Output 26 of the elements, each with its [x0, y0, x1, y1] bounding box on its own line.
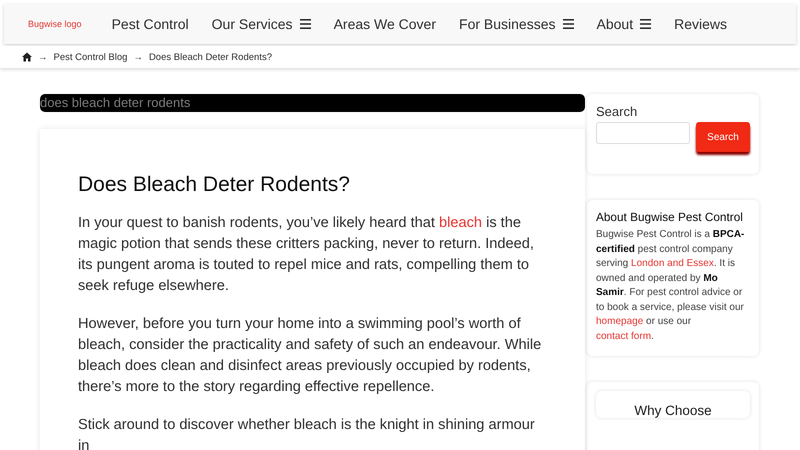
nav-link[interactable]: About [596, 16, 652, 32]
text-link[interactable]: London and Essex [631, 258, 714, 269]
home-icon[interactable] [22, 52, 32, 62]
about-text: Bugwise Pest Control is a BPCA-certified pest control company serving London and Essex. It is owned and operated by Mo Samir. For pest control advice or to book a service, please visit our homepage or use our contact form. [596, 228, 746, 344]
logo[interactable]: Bugwise logo [28, 19, 82, 29]
search-field[interactable] [596, 122, 690, 144]
nav-link[interactable]: Our Services [212, 16, 311, 32]
nav-link[interactable]: For Businesses [459, 16, 574, 32]
paragraph: Stick around to discover whether bleach is the knight in shining armour in [78, 416, 536, 450]
nav-link[interactable]: Areas We Cover [334, 16, 436, 32]
widget-heading: Why Choose [634, 403, 712, 418]
text-link[interactable]: contact form [596, 330, 652, 342]
arrow-icon: → [38, 52, 48, 62]
search-label: Search [596, 104, 638, 119]
nav-link[interactable]: Pest Control [112, 16, 189, 32]
text-link[interactable]: bleach [439, 215, 482, 231]
article-heading: Does Bleach Deter Rodents? [78, 173, 351, 197]
paragraph: In your quest to banish rodents, you’ve likely heard that bleach is the magic potion that sends these critters packing, never to return. Indeed, its pungent aroma is touted to repel mice and rats, compelling them to seek refuge elsewhere. [78, 214, 535, 296]
breadcrumb-link[interactable]: Pest Control Blog [54, 52, 128, 62]
search-button[interactable]: Search [696, 122, 750, 152]
page-title-bar: does bleach deter rodents [40, 94, 585, 112]
paragraph: However, before you turn your home into a swimming pool’s worth of bleach, consider the practicality and safety of such an endeavour. While bleach does clean and disinfect areas previously occupied by rodents, there’s more to the story regarding effective repellence. [78, 315, 542, 397]
widget-heading: About Bugwise Pest Control [596, 210, 744, 224]
text-link[interactable]: homepage [596, 316, 644, 327]
arrow-icon: → [133, 52, 143, 62]
nav-link[interactable]: Reviews [674, 16, 727, 32]
